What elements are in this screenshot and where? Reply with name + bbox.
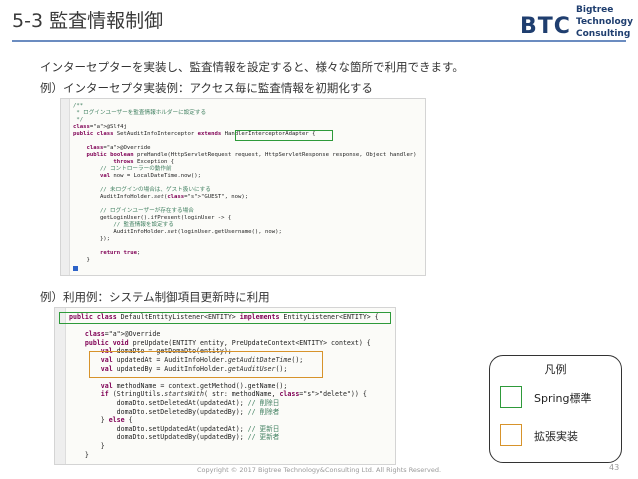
legend-label-extension: 拡張実装 bbox=[534, 430, 578, 443]
logo-line-3: Consulting bbox=[576, 29, 631, 39]
code-line: public void preUpdate(ENTITY entity, Pre… bbox=[84, 338, 371, 347]
logo-line-2: Technology bbox=[576, 17, 633, 27]
code-line: getLoginUser().ifPresent(loginUser -> { bbox=[73, 215, 232, 221]
highlight-audit-info-holder bbox=[89, 351, 323, 378]
copyright-footer: Copyright © 2017 Bigtree Technology&Cons… bbox=[196, 466, 442, 474]
code-line: domaDto.setUpdatedBy(updatedBy); // 更新者 bbox=[69, 433, 280, 442]
code-line: }); bbox=[73, 236, 111, 242]
example1-heading: 例）インターセプタ実装例：アクセス毎に監査情報を初期化する bbox=[40, 81, 373, 95]
code-line: domaDto.setDeletedBy(updatedBy); // 削除者 bbox=[69, 407, 280, 416]
code-gutter bbox=[61, 99, 70, 275]
code-line: } bbox=[69, 442, 105, 450]
legend-label-standard: Spring標準 bbox=[534, 392, 592, 405]
code-line: public boolean preHandle(HttpServletRequ… bbox=[86, 152, 417, 158]
code-line: // 監査情報を設定する bbox=[73, 222, 174, 228]
code-line: class="a">@Slf4j bbox=[73, 124, 127, 130]
code-line: val methodName = context.getMethod().get… bbox=[100, 381, 288, 390]
code-line: AuditInfoHolder.set(class="s">"GUEST", n… bbox=[73, 194, 249, 200]
interceptor-code-screenshot: /** * ログインユーザーを監査情報ホルダーに設定する */class="a"… bbox=[60, 98, 426, 276]
code-line: } bbox=[73, 257, 90, 263]
logo-mark: BTC bbox=[520, 14, 571, 39]
legend-title: 凡例 bbox=[544, 363, 567, 376]
legend-swatch-extension bbox=[500, 424, 522, 446]
code-line: // コントローラーの動作前 bbox=[73, 166, 172, 172]
slide-title: 5-3 監査情報制御 bbox=[12, 10, 164, 32]
code-line: class="a">@Override bbox=[86, 145, 151, 151]
page-number: 43 bbox=[609, 463, 620, 472]
code-line: /** bbox=[73, 103, 84, 109]
title-rule bbox=[12, 40, 626, 42]
legend: 凡例 Spring標準 拡張実装 bbox=[489, 355, 622, 463]
example2-heading: 例）利用例：システム制御項目更新時に利用 bbox=[40, 290, 270, 304]
code-gutter bbox=[55, 308, 66, 464]
legend-swatch-standard bbox=[500, 386, 522, 408]
code-line: if (StringUtils.startsWith( str: methodN… bbox=[100, 390, 367, 399]
code-line: AuditInfoHolder.set(loginUser.getUsernam… bbox=[73, 229, 282, 235]
code-line: } else { bbox=[69, 416, 133, 425]
entity-listener-code-screenshot: public class DefaultEntityListener<ENTIT… bbox=[54, 307, 396, 465]
code-line: // 未ログインの場合は、ゲスト扱いにする bbox=[73, 187, 211, 193]
intro-text: インターセプターを実装し、監査情報を設定すると、様々な箇所で利用できます。 bbox=[40, 60, 464, 74]
logo-text: Bigtree Technology Consulting bbox=[576, 4, 633, 40]
code-line: domaDto.setUpdatedAt(updatedAt); // 更新日 bbox=[69, 424, 280, 433]
code-line: domaDto.setDeletedAt(updatedAt); // 削除日 bbox=[69, 399, 280, 407]
logo-line-1: Bigtree bbox=[576, 5, 614, 15]
highlight-entity-listener bbox=[59, 312, 391, 324]
highlight-handler-interceptor-adapter bbox=[235, 130, 333, 141]
code-line: val now = LocalDateTime.now(); bbox=[99, 173, 201, 179]
editor-caret-marker bbox=[73, 266, 78, 271]
code-line: // ログインユーザーが存在する場合 bbox=[73, 208, 194, 214]
code-line: throws Exception { bbox=[113, 159, 175, 165]
code-line: * ログインユーザーを監査情報ホルダーに設定する bbox=[73, 110, 207, 116]
code-line: class="a">@Override bbox=[84, 330, 161, 339]
code-line: } bbox=[69, 450, 89, 459]
code-line: return true; bbox=[99, 250, 141, 256]
code-line: */ bbox=[73, 117, 84, 123]
